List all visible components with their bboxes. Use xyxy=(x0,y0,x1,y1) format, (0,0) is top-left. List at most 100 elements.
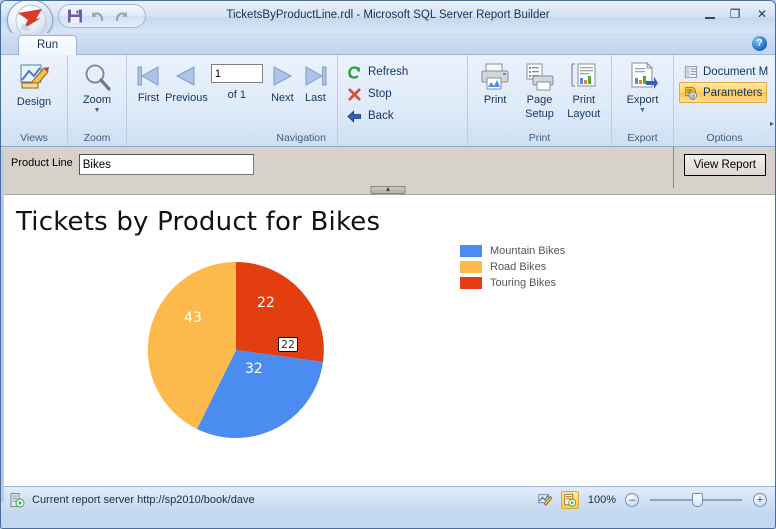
print-layout-label-2: Layout xyxy=(567,108,601,120)
pie-label-road-bikes: 43 xyxy=(184,310,202,326)
chevron-down-icon[interactable]: ▼ xyxy=(94,107,101,114)
zoom-slider-thumb[interactable] xyxy=(692,493,703,507)
refresh-button[interactable]: Refresh xyxy=(343,61,414,83)
maximize-button[interactable]: ❐ xyxy=(728,7,742,21)
print-layout-icon xyxy=(571,63,596,87)
design-view-button[interactable] xyxy=(536,491,554,509)
ribbon-group-navigation: First Previous of 1 Next xyxy=(127,55,338,146)
help-icon[interactable]: ? xyxy=(752,36,767,51)
design-button-label: Design xyxy=(16,96,52,108)
redo-icon[interactable] xyxy=(113,8,129,24)
undo-icon[interactable] xyxy=(90,8,106,24)
design-button[interactable]: Design xyxy=(6,58,62,108)
zoom-button[interactable]: Zoom ▼ xyxy=(73,58,121,114)
parameter-separator xyxy=(673,147,674,188)
ribbon-group-zoom: Zoom ▼ Zoom xyxy=(68,55,127,146)
ribbon-group-label-export: Export xyxy=(627,132,658,144)
previous-page-label: Previous xyxy=(165,92,208,104)
pie-chart[interactable]: 22 32 43 22 Mountain Bikes Road Bikes To… xyxy=(4,245,775,475)
legend-label-mountain-bikes: Mountain Bikes xyxy=(490,245,566,257)
page-setup-label-2: Setup xyxy=(525,108,554,120)
legend-swatch-mountain-bikes xyxy=(460,245,482,257)
print-layout-button[interactable]: Print Layout xyxy=(562,58,606,120)
report-server-icon xyxy=(10,492,25,507)
export-button[interactable]: Export ▼ xyxy=(617,58,668,114)
canvas-left-edge xyxy=(1,151,4,502)
legend-swatch-touring-bikes xyxy=(460,277,482,289)
design-view-icon xyxy=(538,494,552,506)
ribbon-group-print: Print Page Setup Print Layout Print xyxy=(468,55,612,146)
page-count-label: of 1 xyxy=(227,89,247,101)
close-button[interactable]: ✕ xyxy=(755,7,769,21)
next-page-label: Next xyxy=(271,92,294,104)
save-icon[interactable] xyxy=(67,8,83,24)
zoom-out-button[interactable]: – xyxy=(625,493,639,507)
chart-legend: Mountain Bikes Road Bikes Touring Bikes xyxy=(460,245,565,293)
last-page-button[interactable]: Last xyxy=(299,58,332,104)
last-page-label: Last xyxy=(305,92,326,104)
parameters-icon: @ xyxy=(685,86,697,100)
zoom-in-button[interactable]: + xyxy=(753,493,767,507)
stop-button[interactable]: Stop xyxy=(343,83,398,105)
ribbon-group-label-print: Print xyxy=(528,132,551,144)
page-setup-button[interactable]: Page Setup xyxy=(517,58,561,120)
first-page-label: First xyxy=(137,92,160,104)
legend-swatch-road-bikes xyxy=(460,261,482,273)
zoom-button-label: Zoom xyxy=(82,94,112,106)
view-report-button[interactable]: View Report xyxy=(683,154,766,176)
document-map-icon xyxy=(684,65,698,78)
report-title: Tickets by Product for Bikes xyxy=(16,207,381,237)
ribbon-group-export: Export ▼ Export xyxy=(612,55,674,146)
pie-chart-svg[interactable] xyxy=(74,245,404,445)
legend-label-touring-bikes: Touring Bikes xyxy=(490,277,557,289)
svg-text:@: @ xyxy=(690,93,695,99)
zoom-slider[interactable] xyxy=(646,493,746,507)
back-arrow-icon xyxy=(347,109,362,123)
legend-item[interactable]: Mountain Bikes xyxy=(460,245,565,257)
chevron-down-icon[interactable]: ▼ xyxy=(639,107,646,114)
refresh-icon xyxy=(348,65,361,79)
product-line-input[interactable] xyxy=(78,154,254,175)
page-setup-label-1: Page xyxy=(526,94,553,106)
run-view-button[interactable] xyxy=(560,491,579,509)
tab-run[interactable]: Run xyxy=(18,35,78,56)
minimize-button[interactable] xyxy=(705,10,715,19)
legend-item[interactable]: Touring Bikes xyxy=(460,277,565,289)
refresh-label: Refresh xyxy=(368,66,409,78)
export-button-label: Export xyxy=(626,94,659,106)
pie-label-touring-bikes: 22 xyxy=(257,295,275,311)
ribbon-group-label-views: Views xyxy=(20,132,48,144)
selected-data-label[interactable]: 22 xyxy=(278,337,298,352)
first-page-icon xyxy=(137,66,159,86)
next-page-button[interactable]: Next xyxy=(266,58,299,104)
collapse-parameter-bar-handle[interactable]: ▲ xyxy=(370,186,406,194)
ribbon: Design Views Zoom ▼ Zoom First Previous … xyxy=(1,55,775,147)
window-controls: ❐ ✕ xyxy=(705,7,769,21)
parameters-toggle[interactable]: @ Parameters xyxy=(679,82,768,103)
status-bar-right: 100% – + xyxy=(536,487,767,513)
previous-page-icon xyxy=(176,66,195,86)
title-bar: TicketsByProductLine.rdl - Microsoft SQL… xyxy=(1,1,775,41)
next-page-icon xyxy=(273,66,293,86)
zoom-percent-label: 100% xyxy=(587,494,616,506)
legend-item[interactable]: Road Bikes xyxy=(460,261,565,273)
previous-page-button[interactable]: Previous xyxy=(165,58,208,104)
status-bar: Current report server http://sp2010/book… xyxy=(1,486,775,512)
ribbon-group-label-navigation: Navigation xyxy=(276,132,326,144)
print-button[interactable]: Print xyxy=(473,58,517,106)
back-label: Back xyxy=(368,110,394,122)
report-builder-window: TicketsByProductLine.rdl - Microsoft SQL… xyxy=(0,0,776,529)
stop-label: Stop xyxy=(368,88,392,100)
report-canvas: Tickets by Product for Bikes 22 32 43 22… xyxy=(1,195,775,486)
options-more-arrow[interactable]: ▸ xyxy=(770,119,774,128)
print-layout-label-1: Print xyxy=(572,94,596,106)
document-map-toggle[interactable]: Document M xyxy=(679,61,773,82)
pie-label-mountain-bikes: 32 xyxy=(245,361,263,377)
ribbon-tab-strip: Run ? xyxy=(1,33,775,56)
legend-label-road-bikes: Road Bikes xyxy=(490,261,547,273)
back-button[interactable]: Back xyxy=(343,105,400,127)
ribbon-group-label-options: Options xyxy=(706,132,743,144)
stop-x-icon xyxy=(348,87,361,101)
page-number-input[interactable] xyxy=(210,64,263,83)
first-page-button[interactable]: First xyxy=(132,58,165,104)
